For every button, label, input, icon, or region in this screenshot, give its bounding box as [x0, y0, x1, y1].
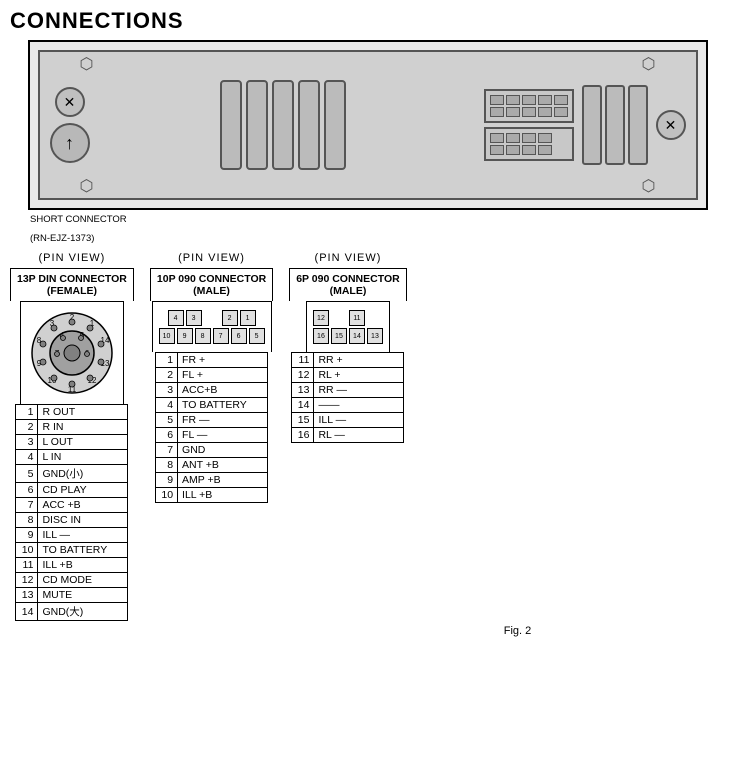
x-button-right: ✕ [656, 110, 686, 140]
table-row: 7ACC +B [16, 498, 128, 513]
arrow-knob: ↑ [50, 123, 90, 163]
pin-box-12: 12 [313, 310, 329, 326]
table-row: 5FR — [156, 413, 268, 428]
13p-diagram: 2 1 14 13 12 11 10 9 8 3 4 5 7 6 [20, 301, 124, 404]
connectors-section: (PIN VIEW) 13P DIN CONNECTOR (FEMALE) 2 … [10, 252, 725, 621]
pin-box-5: 5 [249, 328, 265, 344]
table-row: 4L IN [16, 450, 128, 465]
table-row: 1FR + [156, 353, 268, 368]
fig-label: Fig. 2 [310, 625, 725, 637]
table-row: 3L OUT [16, 435, 128, 450]
hex-bolt-bottom-left: ⬡ [80, 176, 94, 196]
din-connector-svg: 2 1 14 13 12 11 10 9 8 3 4 5 7 6 [27, 308, 117, 398]
right-slot-1 [582, 85, 602, 165]
pin-view-10p: (PIN VIEW) [178, 252, 245, 264]
table-row: 14GND(大) [16, 603, 128, 621]
pin-box-9: 9 [177, 328, 193, 344]
6p-pin-grid: 12 11 16 15 14 13 [313, 310, 383, 344]
pin-box-11: 11 [349, 310, 365, 326]
pin-box-3: 3 [186, 310, 202, 326]
slot-1 [220, 80, 242, 170]
pin-box-10: 10 [159, 328, 175, 344]
center-connector-bottom [484, 127, 574, 161]
13p-title: 13P DIN CONNECTOR (FEMALE) [10, 268, 134, 301]
pin-box-14: 14 [349, 328, 365, 344]
6p-090-panel: (PIN VIEW) 6P 090 CONNECTOR (MALE) 12 11… [289, 252, 406, 443]
10p-title: 10P 090 CONNECTOR (MALE) [150, 268, 273, 301]
table-row: 4TO BATTERY [156, 398, 268, 413]
pin-view-6p: (PIN VIEW) [315, 252, 382, 264]
pin-box-16: 16 [313, 328, 329, 344]
table-row: 10ILL +B [156, 488, 268, 503]
table-row: 2R IN [16, 420, 128, 435]
6p-diagram: 12 11 16 15 14 13 [306, 301, 390, 352]
table-row: 8ANT +B [156, 458, 268, 473]
10p-pin-grid: 4 3 2 1 10 9 8 7 6 5 [159, 310, 265, 344]
table-row: 9AMP +B [156, 473, 268, 488]
table-row: 12CD MODE [16, 573, 128, 588]
pin-box-2: 2 [222, 310, 238, 326]
10p-pin-table: 1FR +2FL +3ACC+B4TO BATTERY5FR —6FL —7GN… [155, 352, 268, 503]
hex-bolt-left: ⬡ [80, 54, 94, 74]
10p-diagram: 4 3 2 1 10 9 8 7 6 5 [152, 301, 272, 352]
table-row: 2FL + [156, 368, 268, 383]
slot-5 [324, 80, 346, 170]
pin-box-6: 6 [231, 328, 247, 344]
table-row: 14—— [292, 398, 404, 413]
table-row: 13RR — [292, 383, 404, 398]
pin-box-15: 15 [331, 328, 347, 344]
slot-3 [272, 80, 294, 170]
table-row: 12RL + [292, 368, 404, 383]
right-panel: ✕ [582, 85, 686, 165]
pin-box-8: 8 [195, 328, 211, 344]
pin-box-4: 4 [168, 310, 184, 326]
hex-bolt-right: ⬡ [642, 54, 656, 74]
13p-din-panel: (PIN VIEW) 13P DIN CONNECTOR (FEMALE) 2 … [10, 252, 134, 621]
table-row: 11RR + [292, 353, 404, 368]
short-connector-label: SHORT CONNECTOR [30, 214, 725, 225]
table-row: 6FL — [156, 428, 268, 443]
table-row: 10TO BATTERY [16, 543, 128, 558]
pin-box-1: 1 [240, 310, 256, 326]
table-row: 13MUTE [16, 588, 128, 603]
slot-2 [246, 80, 268, 170]
10p-090-panel: (PIN VIEW) 10P 090 CONNECTOR (MALE) 4 3 … [150, 252, 273, 503]
table-row: 6CD PLAY [16, 483, 128, 498]
right-slot-2 [605, 85, 625, 165]
short-connector-part: (RN-EJZ-1373) [30, 233, 725, 244]
slot-4 [298, 80, 320, 170]
slot-area [90, 80, 476, 170]
pin-box-7: 7 [213, 328, 229, 344]
pin-view-13p: (PIN VIEW) [39, 252, 106, 264]
hex-bolt-bottom-right: ⬡ [642, 176, 656, 196]
table-row: 11ILL +B [16, 558, 128, 573]
table-row: 7GND [156, 443, 268, 458]
table-row: 15ILL — [292, 413, 404, 428]
stereo-diagram: ✕ ↑ [28, 40, 708, 210]
13p-pin-table: 1R OUT2R IN3L OUT4L IN5GND(小)6CD PLAY7AC… [15, 404, 128, 621]
6p-title: 6P 090 CONNECTOR (MALE) [289, 268, 406, 301]
table-row: 8DISC IN [16, 513, 128, 528]
pin-box-13: 13 [367, 328, 383, 344]
table-row: 9ILL — [16, 528, 128, 543]
page-title: CONNECTIONS [10, 8, 725, 34]
x-button-left: ✕ [55, 87, 85, 117]
table-row: 16RL — [292, 428, 404, 443]
right-slot-3 [628, 85, 648, 165]
table-row: 3ACC+B [156, 383, 268, 398]
table-row: 1R OUT [16, 405, 128, 420]
center-connector-top [484, 89, 574, 123]
6p-pin-table: 11RR +12RL +13RR —14——15ILL —16RL — [291, 352, 404, 443]
table-row: 5GND(小) [16, 465, 128, 483]
